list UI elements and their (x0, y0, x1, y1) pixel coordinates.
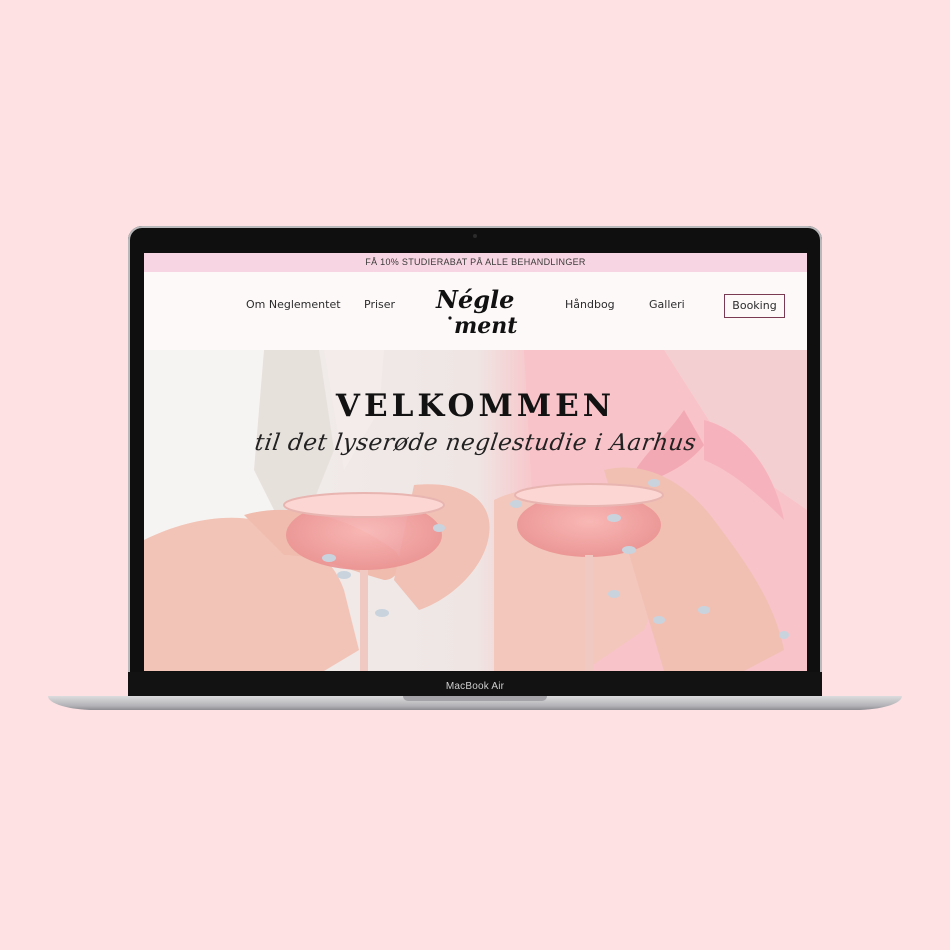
hero-section: VELKOMMEN til det lyserøde neglestudie i… (144, 350, 807, 671)
hero-title: VELKOMMEN (335, 388, 616, 424)
nav-link-about[interactable]: Om Neglementet (246, 297, 341, 313)
nav-link-gallery[interactable]: Galleri (649, 297, 685, 313)
promo-banner: FÅ 10% STUDIERABAT PÅ ALLE BEHANDLINGER (144, 253, 807, 272)
laptop-lid: FÅ 10% STUDIERABAT PÅ ALLE BEHANDLINGER … (128, 226, 822, 696)
laptop-base (48, 696, 902, 710)
booking-button[interactable]: Booking (724, 294, 785, 318)
logo-text-line1: Négle (435, 285, 514, 314)
nav-link-handbook[interactable]: Håndbog (565, 297, 615, 313)
laptop-notch (403, 696, 547, 701)
site-logo[interactable]: Négle mentet (430, 278, 518, 342)
device-model-label: MacBook Air (445, 681, 505, 692)
logo-text-line2: mentet (454, 313, 518, 339)
hero-subtitle: til det lyserøde neglestudie i Aarhus (253, 430, 698, 456)
logo-dot (448, 316, 452, 320)
camera-icon (473, 234, 477, 238)
laptop-screen: FÅ 10% STUDIERABAT PÅ ALLE BEHANDLINGER … (144, 253, 807, 671)
nav-link-prices[interactable]: Priser (364, 297, 395, 313)
site-navbar: Om Neglementet Priser Négle mentet Håndb… (144, 272, 807, 350)
